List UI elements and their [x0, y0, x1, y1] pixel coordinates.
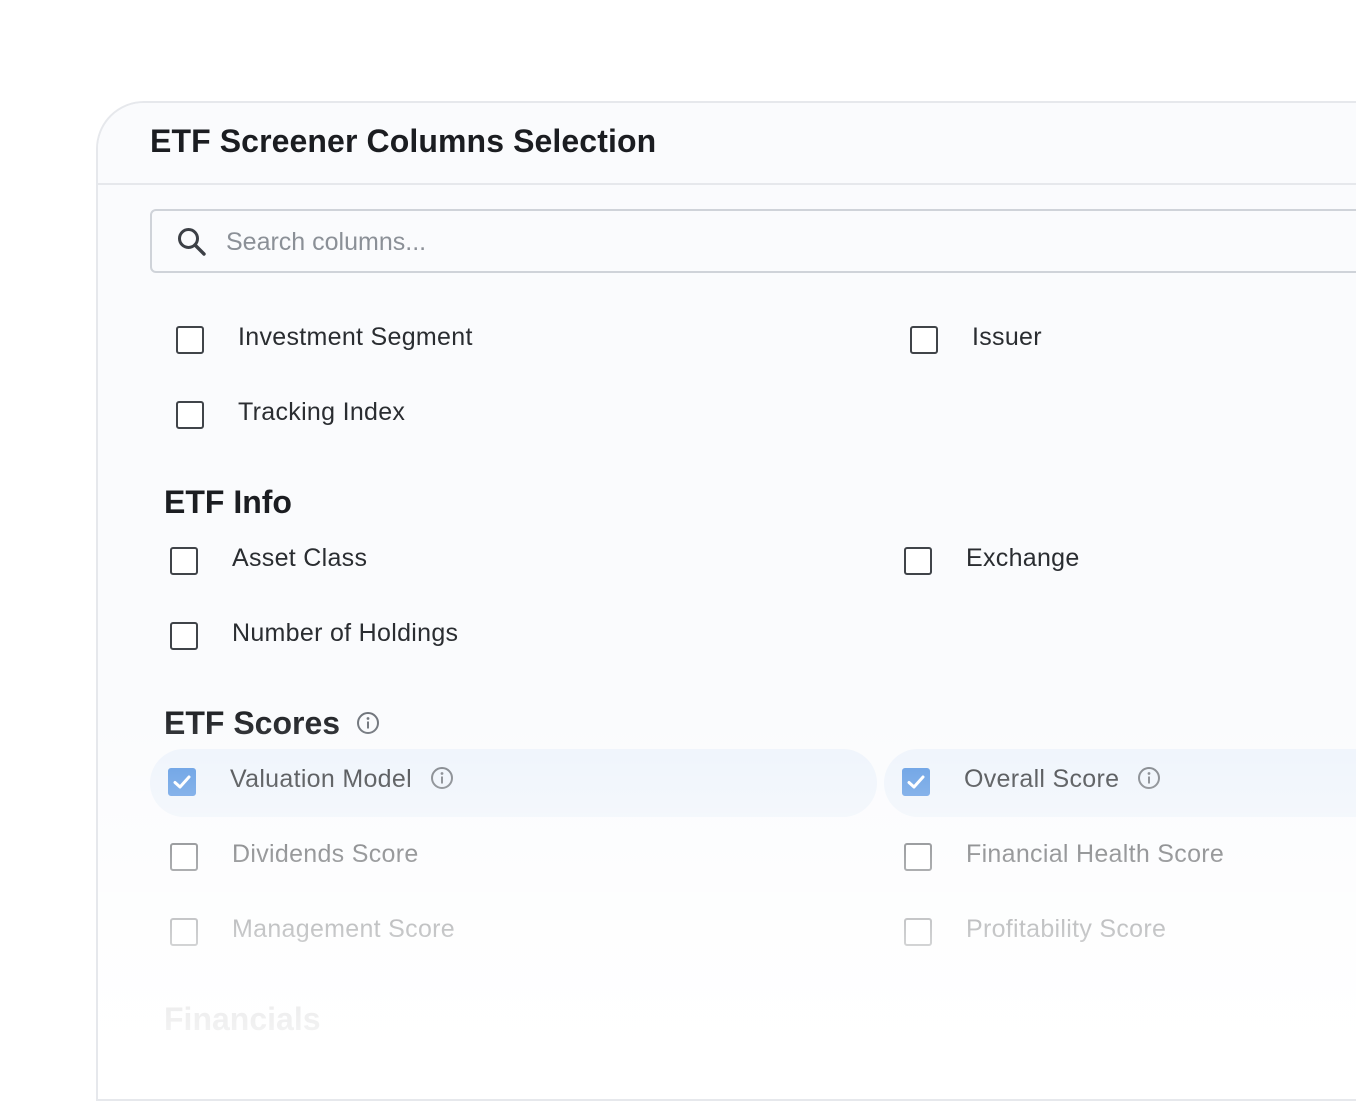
column-selection-dialog: ETF Screener Columns Selection Investmen…	[96, 101, 1356, 1101]
section-title-text: ETF Scores	[164, 705, 341, 741]
option-label: Asset Class	[232, 544, 368, 572]
option-asset-class[interactable]: Asset Class	[152, 528, 852, 596]
option-investment-segment[interactable]: Investment Segment	[158, 307, 858, 375]
option-valuation-model[interactable]: Valuation Model	[150, 749, 877, 817]
option-exchange[interactable]: Exchange	[886, 528, 1356, 596]
dialog-title: ETF Screener Columns Selection	[150, 123, 657, 159]
section-title-etf-info: ETF Info	[164, 484, 292, 520]
checkbox-checked[interactable]	[168, 768, 196, 796]
option-label: Valuation Model	[230, 765, 454, 794]
option-label: Profitability Score	[966, 915, 1167, 943]
option-overall-score[interactable]: Overall Score	[884, 749, 1356, 817]
checkbox[interactable]	[170, 622, 198, 650]
option-dividends-score[interactable]: Dividends Score	[152, 824, 852, 892]
search-box[interactable]	[150, 209, 1356, 273]
info-icon[interactable]	[356, 711, 380, 735]
option-tracking-index[interactable]: Tracking Index	[158, 382, 858, 450]
checkbox[interactable]	[170, 547, 198, 575]
option-label: Exchange	[966, 544, 1080, 572]
option-label-text: Overall Score	[964, 765, 1120, 793]
option-label: Investment Segment	[238, 323, 473, 351]
option-issuer[interactable]: Issuer	[892, 307, 1356, 375]
search-input[interactable]	[224, 211, 1128, 273]
checkbox[interactable]	[910, 326, 938, 354]
checkbox[interactable]	[176, 401, 204, 429]
checkbox[interactable]	[904, 547, 932, 575]
section-title-etf-scores: ETF Scores	[164, 705, 380, 742]
search-icon	[178, 228, 206, 256]
option-label: Dividends Score	[232, 840, 419, 868]
option-financial-health-score[interactable]: Financial Health Score	[886, 824, 1356, 892]
option-label: Issuer	[972, 323, 1042, 351]
checkmark-icon	[907, 775, 925, 789]
option-label: Management Score	[232, 915, 455, 943]
info-icon[interactable]	[1137, 766, 1161, 790]
checkbox[interactable]	[176, 326, 204, 354]
option-label-text: Valuation Model	[230, 765, 412, 793]
option-profitability-score[interactable]: Profitability Score	[886, 899, 1356, 967]
option-label: Financial Health Score	[966, 840, 1225, 868]
info-icon[interactable]	[430, 766, 454, 790]
checkbox[interactable]	[170, 843, 198, 871]
option-label: Tracking Index	[238, 398, 406, 426]
checkbox[interactable]	[904, 843, 932, 871]
checkbox[interactable]	[904, 918, 932, 946]
section-title-financials: Financials	[164, 1001, 321, 1037]
checkbox-checked[interactable]	[902, 768, 930, 796]
dialog-header: ETF Screener Columns Selection	[98, 103, 1356, 185]
checkmark-icon	[173, 775, 191, 789]
option-label: Overall Score	[964, 765, 1161, 794]
option-label: Number of Holdings	[232, 619, 459, 647]
option-number-of-holdings[interactable]: Number of Holdings	[152, 603, 852, 671]
option-management-score[interactable]: Management Score	[152, 899, 852, 967]
checkbox[interactable]	[170, 918, 198, 946]
